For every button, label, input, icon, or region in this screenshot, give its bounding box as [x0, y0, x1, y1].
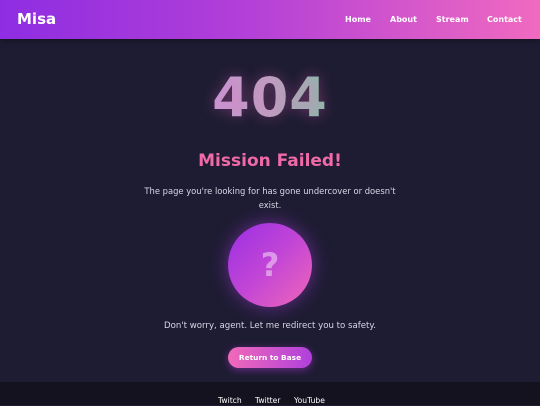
nav-contact-link[interactable]: Contact: [487, 14, 522, 25]
question-circle: ?: [228, 223, 312, 307]
error-code-text: 404: [212, 66, 328, 129]
return-to-base-button[interactable]: Return to Base: [228, 347, 312, 368]
nav-home-link[interactable]: Home: [345, 14, 371, 25]
question-mark-icon: ?: [260, 246, 280, 284]
site-logo[interactable]: Misa: [17, 9, 56, 29]
reassurance-text: Don't worry, agent. Let me redirect you …: [163, 321, 377, 331]
site-footer: Twitch Twitter YouTube: [0, 382, 540, 405]
error-code: 404: [0, 68, 540, 128]
site-header: Misa Home About Stream Contact: [0, 0, 540, 39]
error-title: Mission Failed!: [198, 151, 342, 171]
error-description: The page you're looking for has gone und…: [144, 186, 396, 210]
nav-about-link[interactable]: About: [390, 14, 417, 25]
nav-stream-link[interactable]: Stream: [436, 14, 469, 25]
